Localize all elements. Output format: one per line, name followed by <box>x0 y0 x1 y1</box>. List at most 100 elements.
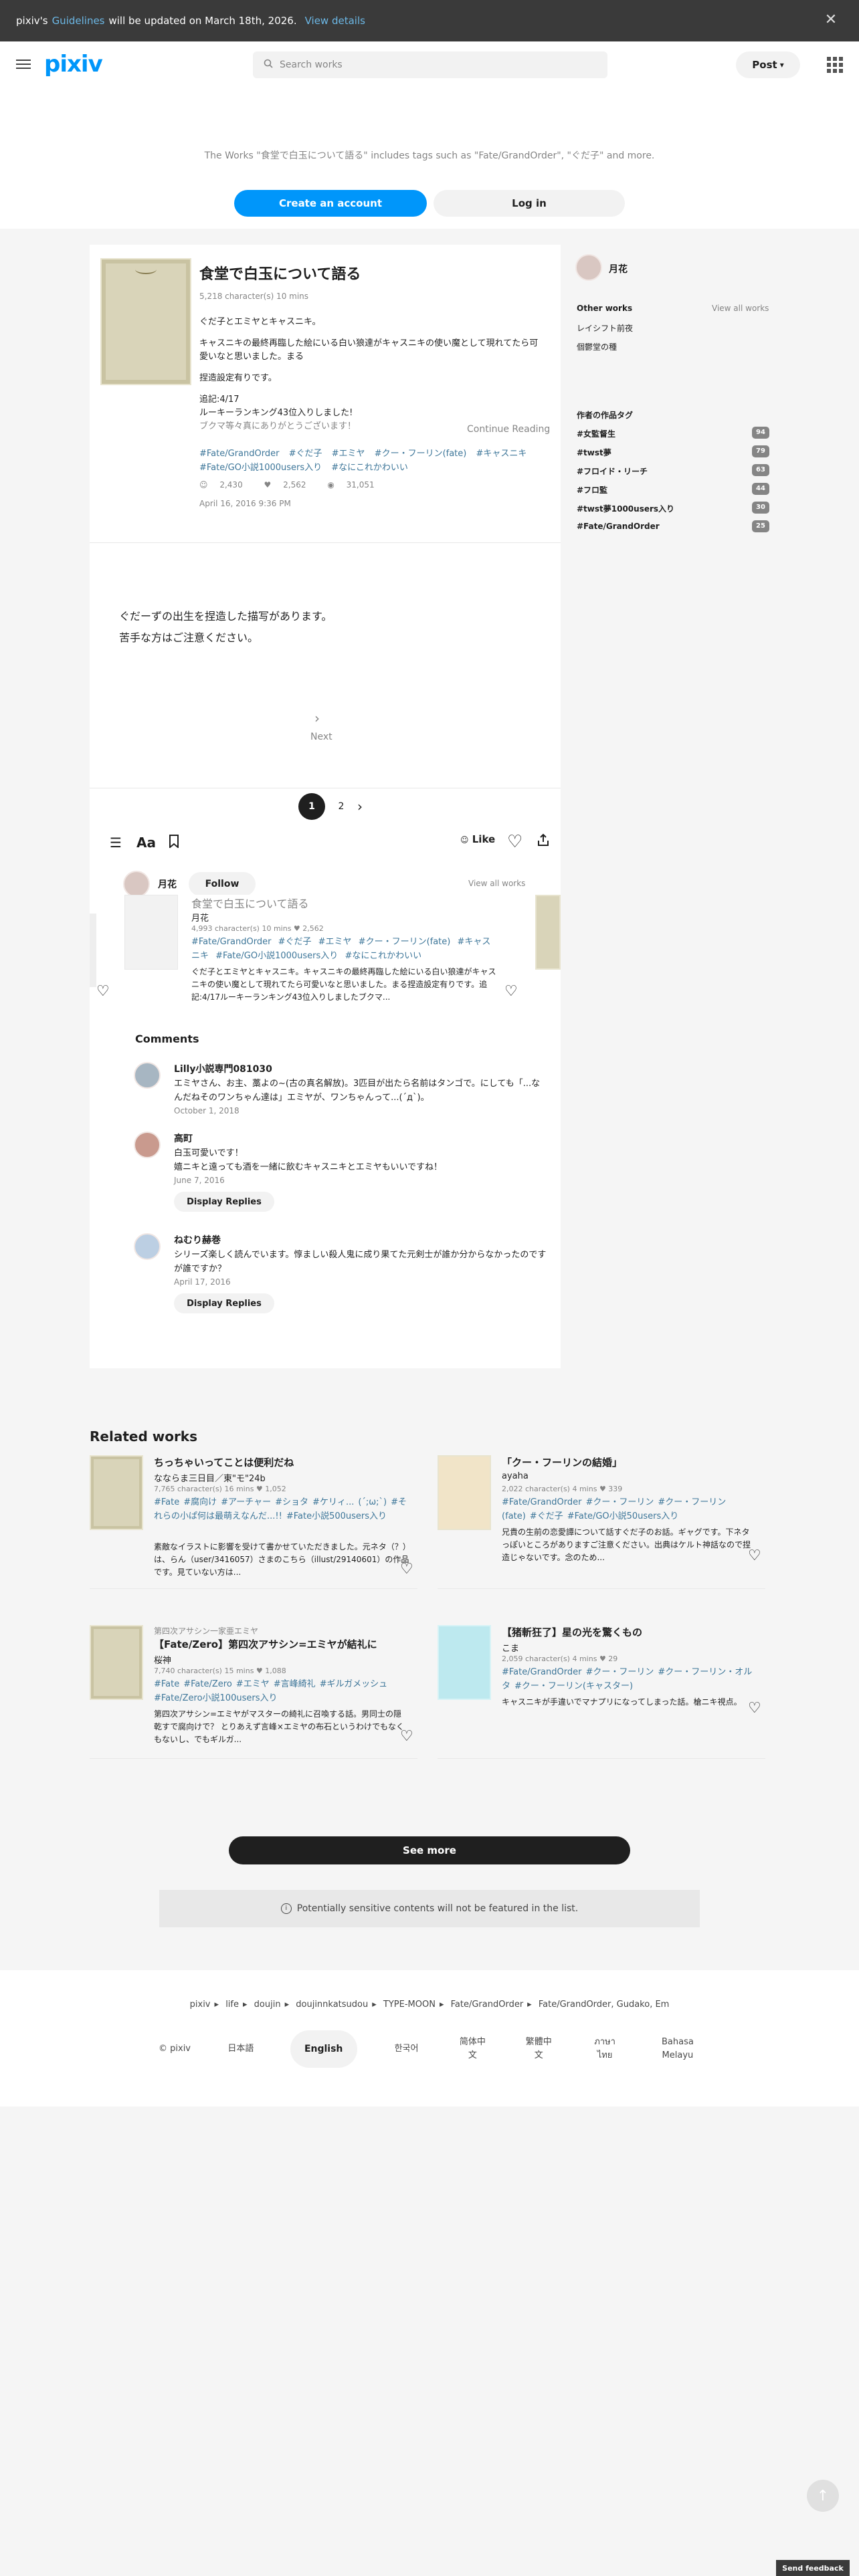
tag-link[interactable]: #Fate/GrandOrder <box>191 937 271 947</box>
close-icon[interactable]: ✕ <box>823 12 839 28</box>
tag-link[interactable]: #エミヤ <box>236 1679 270 1689</box>
sidebar-author-name[interactable]: 月花 <box>609 262 628 276</box>
comment-author[interactable]: Lilly小説専門081030 <box>174 1062 272 1075</box>
heart-icon[interactable]: ♡ <box>748 1547 761 1564</box>
avatar[interactable] <box>134 1132 161 1158</box>
carousel-work-card[interactable]: 食堂で白玉について語る 月花 4,993 character(s) 10 min… <box>124 895 512 1002</box>
author-tag[interactable]: #Fate/GrandOrder 25 <box>577 520 769 532</box>
author-name[interactable]: 月花 <box>158 877 177 891</box>
breadcrumb-item[interactable]: Fate/GrandOrder, Gudako, Em <box>539 2000 670 2010</box>
chevron-right-icon[interactable]: › <box>357 798 363 815</box>
lang-option[interactable]: Bahasa Melayu <box>654 2036 701 2062</box>
like-button[interactable]: ☺ Like <box>460 833 495 845</box>
lang-option[interactable]: 日本語 <box>224 2042 258 2056</box>
page-1[interactable]: 1 <box>298 793 325 820</box>
search-input[interactable]: Search works <box>253 51 607 78</box>
tag-link[interactable]: #Fate/GO小説50users入り <box>567 1511 679 1521</box>
related-author[interactable]: 桜神 <box>154 1653 171 1666</box>
create-account-button[interactable]: Create an account <box>234 190 427 217</box>
font-size-icon[interactable]: Aa <box>136 835 156 851</box>
follow-button[interactable]: Follow <box>189 872 256 896</box>
apps-grid-icon[interactable] <box>827 57 843 73</box>
next-page-link[interactable]: Next <box>310 732 332 742</box>
related-title[interactable]: ちっちゃいってことは便利だね <box>154 1455 294 1469</box>
related-work[interactable]: 「クー・フーリンの結婚」 ayaha 2,022 character(s) 4 … <box>438 1455 765 1589</box>
tag-link[interactable]: #Fate小説500users入り <box>286 1511 387 1521</box>
scroll-to-top-button[interactable]: ↑ <box>807 2480 839 2512</box>
continue-reading-link[interactable]: Continue Reading <box>467 424 550 435</box>
tag-link[interactable]: #ぐだ子 <box>278 937 312 947</box>
page-2[interactable]: 2 <box>335 801 348 812</box>
heart-icon[interactable]: ♡ <box>507 832 522 852</box>
tag-link[interactable]: #Fate/GrandOrder <box>502 1497 581 1507</box>
tag-link[interactable]: #Fate/GrandOrder <box>502 1667 581 1677</box>
author-tag[interactable]: #twst夢1000users入り 30 <box>577 502 769 514</box>
send-feedback-button[interactable]: Send feedback <box>776 2560 850 2576</box>
comment-author[interactable]: ねむり赫巻 <box>174 1233 221 1247</box>
author-tag[interactable]: #フロ監 44 <box>577 483 769 496</box>
lang-option[interactable]: 繁體中文 <box>522 2036 555 2062</box>
tag-link[interactable]: #Fate/Zero小説100users入り <box>154 1693 277 1703</box>
lang-option[interactable]: 한국어 <box>390 2042 423 2056</box>
breadcrumb-item[interactable]: pixiv <box>190 2000 211 2010</box>
avatar[interactable] <box>134 1062 161 1089</box>
lang-option-active[interactable]: English <box>290 2030 357 2068</box>
heart-icon[interactable]: ♡ <box>96 983 110 1000</box>
login-button[interactable]: Log in <box>434 190 625 217</box>
chevron-right-icon[interactable]: › <box>314 710 320 726</box>
post-button[interactable]: Post ▾ <box>736 51 800 78</box>
share-icon[interactable] <box>537 833 550 850</box>
tag-link[interactable]: #エミヤ <box>332 449 365 459</box>
tag-link[interactable]: #クー・フーリン <box>585 1497 654 1507</box>
heart-icon[interactable]: ♡ <box>400 1561 413 1578</box>
tag-link[interactable]: #ギルガメッシュ <box>320 1679 388 1689</box>
heart-icon[interactable]: ♡ <box>504 983 518 1000</box>
pixiv-logo[interactable]: pixiv <box>44 51 103 78</box>
related-work[interactable]: ちっちゃいってことは便利だね なならま三日目／東"モ"24b 7,765 cha… <box>90 1455 417 1589</box>
guidelines-link[interactable]: Guidelines <box>52 15 105 27</box>
bookmark-icon[interactable] <box>169 835 179 851</box>
other-work-link[interactable]: 個鬱堂の種 <box>577 341 617 352</box>
tag-link[interactable]: #腐向け <box>183 1497 217 1507</box>
breadcrumb-item[interactable]: life <box>225 2000 239 2010</box>
author-tag[interactable]: #twst夢 79 <box>577 445 769 458</box>
comment-author[interactable]: 高町 <box>174 1132 193 1145</box>
related-work[interactable]: 【猪斬狂了】星の光を驚くもの こま 2,059 character(s) 4 m… <box>438 1625 765 1759</box>
related-author[interactable]: なならま三日目／東"モ"24b <box>154 1471 266 1484</box>
tag-link[interactable]: #Fate/Zero <box>183 1679 232 1689</box>
related-author[interactable]: こま <box>502 1641 519 1654</box>
carousel-next-thumb[interactable] <box>535 895 561 970</box>
tag-link[interactable]: #クー・フーリン <box>585 1667 654 1677</box>
tag-link[interactable]: #ぐだ子 <box>289 449 322 459</box>
tag-link[interactable]: #ケリィ... <box>312 1497 354 1507</box>
lang-option[interactable]: ภาษาไทย <box>588 2036 622 2062</box>
view-all-works-link[interactable]: View all works <box>468 879 525 888</box>
related-author[interactable]: ayaha <box>502 1471 529 1481</box>
tag-link[interactable]: #なにこれかわいい <box>331 463 408 473</box>
author-tag[interactable]: #女監督生 94 <box>577 427 769 439</box>
avatar[interactable] <box>575 254 602 281</box>
display-replies-button[interactable]: Display Replies <box>174 1293 274 1313</box>
tag-link[interactable]: #クー・フーリン(fate) <box>359 937 451 947</box>
author-tag[interactable]: #フロイド・リーチ 63 <box>577 464 769 477</box>
tag-link[interactable]: #Fate/GO小説1000users入り <box>199 463 322 473</box>
heart-icon[interactable]: ♡ <box>748 1700 761 1717</box>
view-details-link[interactable]: View details <box>305 15 365 27</box>
heart-icon[interactable]: ♡ <box>400 1728 413 1745</box>
tag-link[interactable]: #キャスニキ <box>476 449 527 459</box>
tag-link[interactable]: #クー・フーリン(fate) <box>375 449 467 459</box>
tag-link[interactable]: #エミヤ <box>318 937 352 947</box>
related-title[interactable]: 【猪斬狂了】星の光を驚くもの <box>502 1625 642 1639</box>
related-title[interactable]: 「クー・フーリンの結婚」 <box>502 1455 622 1469</box>
tag-link[interactable]: #Fate/GO小説1000users入り <box>215 951 338 961</box>
other-work-link[interactable]: レイシフト前夜 <box>577 322 633 334</box>
carousel-prev-thumb[interactable] <box>90 914 96 987</box>
see-more-button[interactable]: See more <box>229 1836 630 1864</box>
list-icon[interactable]: ☰ <box>110 835 122 851</box>
tag-link[interactable]: #言峰綺礼 <box>274 1679 316 1689</box>
tag-link[interactable]: #Fate <box>154 1679 179 1689</box>
tag-link[interactable]: #ぐだ子 <box>530 1511 563 1521</box>
tag-link[interactable]: #アーチャー <box>221 1497 271 1507</box>
tag-link[interactable]: #Fate/GrandOrder <box>199 449 279 459</box>
tag-link[interactable]: #Fate <box>154 1497 179 1507</box>
